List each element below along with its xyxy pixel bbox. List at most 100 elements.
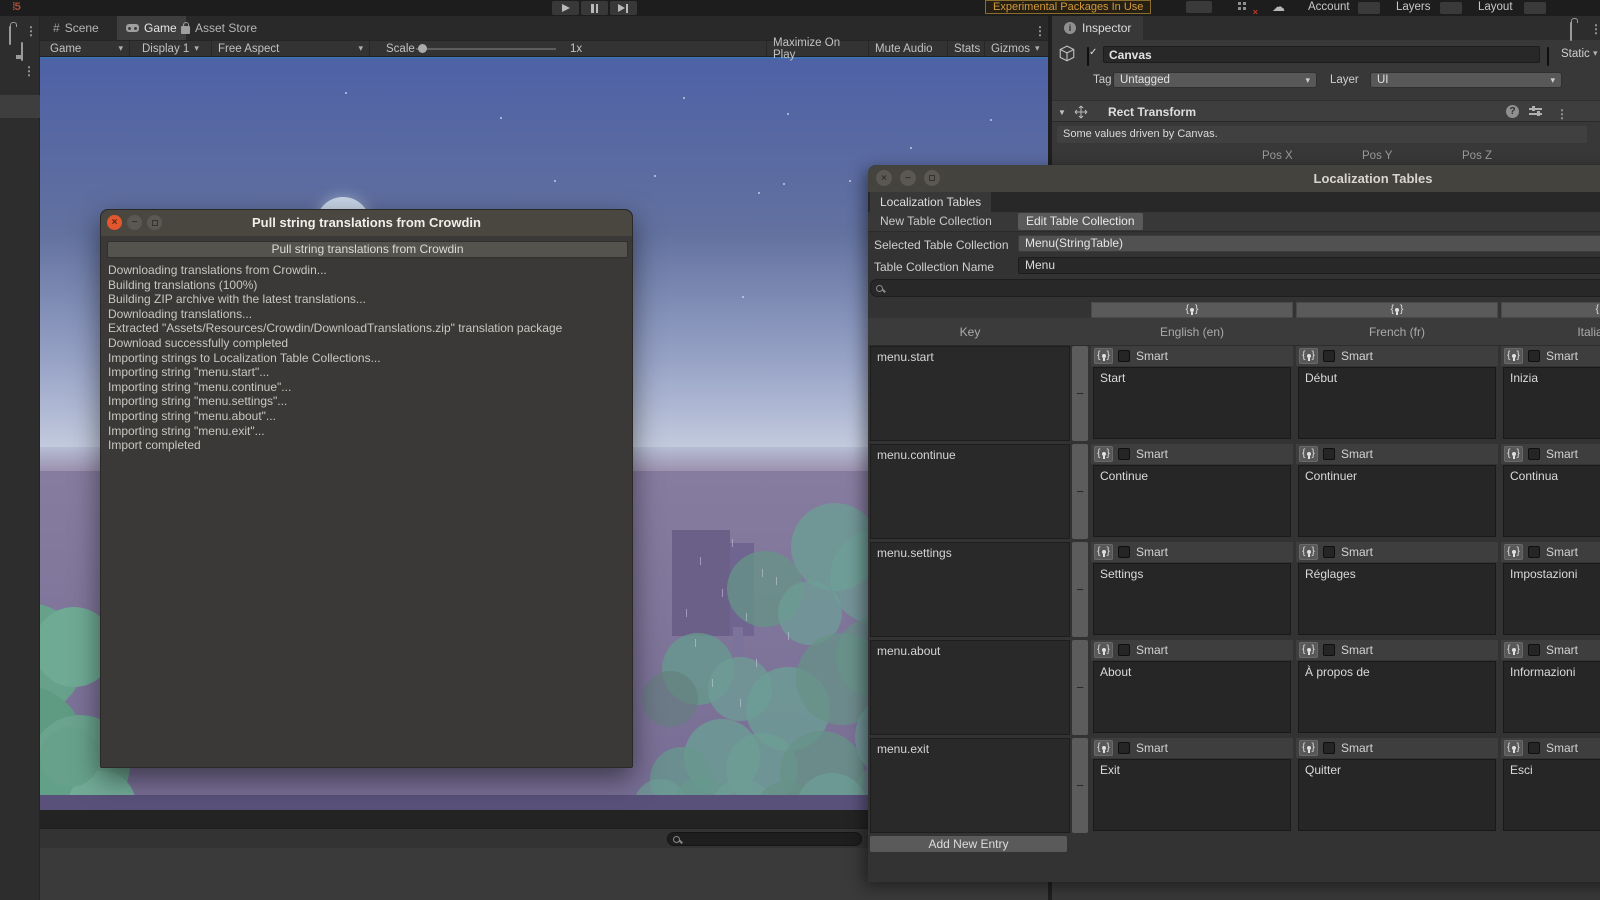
stats-toggle[interactable]: Stats	[947, 41, 983, 56]
layout-dropdown[interactable]	[1524, 2, 1546, 14]
cloud-icon[interactable]	[1272, 0, 1285, 15]
smart-checkbox[interactable]	[1323, 742, 1335, 754]
smart-checkbox[interactable]	[1528, 546, 1540, 558]
metadata-button[interactable]	[1504, 642, 1523, 658]
translation-field[interactable]: Quitter	[1298, 759, 1496, 831]
translation-field[interactable]: Exit	[1093, 759, 1291, 831]
layers-menu[interactable]: Layers	[1396, 1, 1431, 13]
tab-inspector[interactable]: i Inspector	[1052, 16, 1144, 40]
maximize-on-play-toggle[interactable]: Maximize On Play	[766, 37, 866, 61]
add-new-entry-button[interactable]: Add New Entry	[870, 836, 1067, 852]
smart-checkbox[interactable]	[1118, 546, 1130, 558]
pull-translations-button[interactable]: Pull string translations from Crowdin	[107, 241, 628, 258]
italian-column-header[interactable]: Italian (it)	[1501, 318, 1600, 346]
scale-slider-track[interactable]	[416, 48, 556, 50]
metadata-button[interactable]	[1094, 446, 1113, 462]
key-column-header[interactable]: Key	[870, 318, 1070, 346]
play-button[interactable]	[552, 1, 579, 15]
metadata-button[interactable]	[1299, 544, 1318, 560]
translation-field[interactable]: Continue	[1093, 465, 1291, 537]
foldout-arrow-icon[interactable]: ▼	[1058, 108, 1066, 117]
account-menu[interactable]: Account	[1308, 1, 1350, 13]
scale-slider-knob[interactable]	[418, 44, 427, 53]
smart-checkbox[interactable]	[1528, 742, 1540, 754]
smart-checkbox[interactable]	[1118, 644, 1130, 656]
maximize-button[interactable]	[147, 215, 162, 230]
translation-field[interactable]: Début	[1298, 367, 1496, 439]
minimize-button[interactable]: −	[127, 215, 142, 230]
pause-button[interactable]	[581, 1, 608, 15]
collab-icon[interactable]: ×	[1238, 2, 1258, 17]
remove-entry-button[interactable]	[1072, 444, 1088, 539]
key-cell[interactable]: menu.exit	[870, 738, 1070, 833]
tab-scene[interactable]: # Scene	[44, 16, 108, 40]
selected-strip-item[interactable]	[0, 95, 40, 118]
metadata-button[interactable]	[1094, 544, 1113, 560]
minimize-button[interactable]: −	[900, 170, 916, 186]
mute-audio-toggle[interactable]: Mute Audio	[868, 41, 942, 56]
panel-menu-icon[interactable]	[25, 22, 37, 40]
smart-checkbox[interactable]	[1323, 546, 1335, 558]
pane-menu-icon[interactable]	[1034, 22, 1046, 40]
static-checkbox[interactable]	[1547, 47, 1549, 66]
help-icon[interactable]: ?	[1506, 105, 1519, 118]
component-menu-icon[interactable]	[1556, 105, 1568, 123]
column-settings-italian[interactable]	[1501, 302, 1600, 318]
static-dropdown-arrow[interactable]: ▾	[1593, 48, 1598, 59]
active-checkbox[interactable]	[1087, 47, 1089, 66]
selected-collection-field[interactable]: Menu(StringTable)	[1018, 235, 1600, 252]
inspector-lock-icon[interactable]	[1570, 22, 1572, 41]
warning-dropdown[interactable]	[1186, 1, 1212, 13]
experimental-packages-warning[interactable]: Experimental Packages In Use	[985, 0, 1152, 14]
remove-entry-button[interactable]	[1072, 640, 1088, 735]
translation-field[interactable]: Settings	[1093, 563, 1291, 635]
translation-field[interactable]: À propos de	[1298, 661, 1496, 733]
account-dropdown[interactable]	[1358, 2, 1380, 14]
tab-localization-tables[interactable]: Localization Tables	[870, 192, 992, 212]
loc-window-titlebar[interactable]: × − Localization Tables	[868, 165, 1600, 192]
remove-entry-button[interactable]	[1072, 346, 1088, 441]
smart-checkbox[interactable]	[1118, 448, 1130, 460]
display-dropdown[interactable]: Display 1	[136, 41, 212, 56]
metadata-button[interactable]	[1299, 348, 1318, 364]
layout-menu[interactable]: Layout	[1478, 1, 1513, 13]
close-button[interactable]: ×	[107, 215, 122, 230]
smart-checkbox[interactable]	[1118, 350, 1130, 362]
metadata-button[interactable]	[1504, 740, 1523, 756]
translation-field[interactable]: Réglages	[1298, 563, 1496, 635]
french-column-header[interactable]: French (fr)	[1296, 318, 1498, 346]
metadata-button[interactable]	[1094, 740, 1113, 756]
key-cell[interactable]: menu.start	[870, 346, 1070, 441]
strip-menu-icon[interactable]	[23, 62, 35, 80]
smart-checkbox[interactable]	[1528, 350, 1540, 362]
tab-asset-store[interactable]: Asset Store	[172, 16, 266, 40]
remove-entry-button[interactable]	[1072, 542, 1088, 637]
unlock-icon[interactable]	[9, 26, 11, 45]
translation-field[interactable]: Continuer	[1298, 465, 1496, 537]
gizmos-dropdown[interactable]: Gizmos	[984, 41, 1042, 56]
metadata-button[interactable]	[1094, 348, 1113, 364]
metadata-button[interactable]	[1504, 446, 1523, 462]
smart-checkbox[interactable]	[1323, 350, 1335, 362]
key-cell[interactable]: menu.settings	[870, 542, 1070, 637]
layers-dropdown[interactable]	[1440, 2, 1462, 14]
popout-icon[interactable]	[21, 42, 23, 61]
metadata-button[interactable]	[1094, 642, 1113, 658]
metadata-button[interactable]	[1504, 544, 1523, 560]
collection-name-field[interactable]: Menu	[1018, 257, 1600, 274]
translation-field[interactable]: Esci	[1503, 759, 1600, 831]
console-search-input[interactable]	[667, 832, 862, 846]
key-cell[interactable]: menu.about	[870, 640, 1070, 735]
translation-field[interactable]: About	[1093, 661, 1291, 733]
layer-dropdown[interactable]: UI	[1370, 72, 1562, 88]
smart-checkbox[interactable]	[1118, 742, 1130, 754]
translation-field[interactable]: Inizia	[1503, 367, 1600, 439]
new-table-collection-button[interactable]: New Table Collection	[872, 212, 1000, 231]
smart-checkbox[interactable]	[1323, 448, 1335, 460]
metadata-button[interactable]	[1299, 740, 1318, 756]
translation-field[interactable]: Informazioni	[1503, 661, 1600, 733]
inspector-menu-icon[interactable]	[1590, 20, 1600, 38]
gameobject-name-field[interactable]: Canvas	[1103, 46, 1540, 63]
column-settings-english[interactable]	[1091, 302, 1293, 318]
smart-checkbox[interactable]	[1528, 644, 1540, 656]
